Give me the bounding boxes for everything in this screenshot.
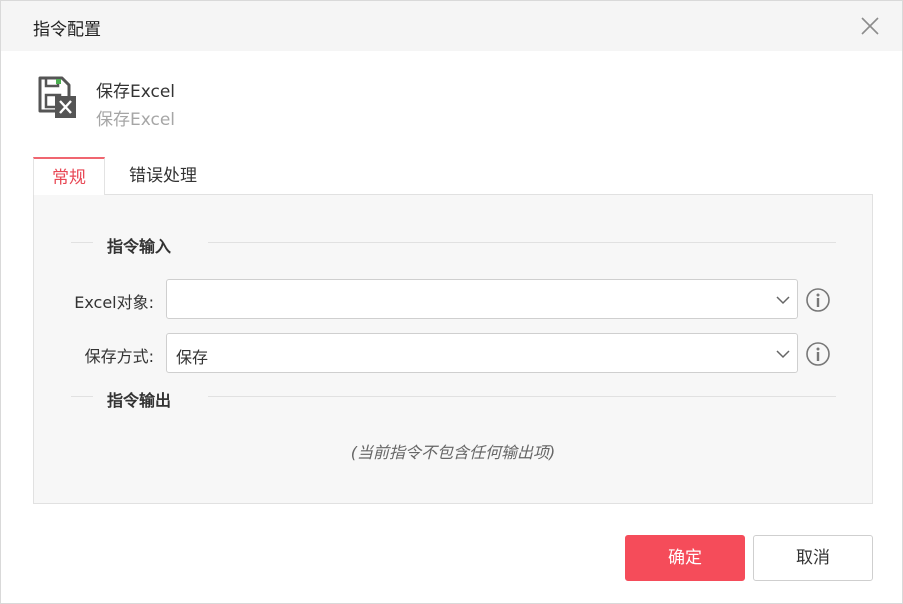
- save-mode-label: 保存方式:: [84, 347, 154, 366]
- chevron-down-icon: [776, 296, 790, 305]
- info-icon[interactable]: [805, 341, 831, 367]
- dialog-titlebar: 指令配置: [1, 1, 902, 51]
- chevron-down-icon: [776, 350, 790, 359]
- tab-bar: 常规 错误处理: [33, 157, 873, 195]
- command-description: 保存Excel: [96, 110, 176, 130]
- dialog-title: 指令配置: [33, 20, 101, 40]
- section-divider: [208, 396, 836, 397]
- section-divider: [71, 242, 93, 243]
- excel-object-label: Excel对象:: [74, 293, 154, 312]
- cancel-button[interactable]: 取消: [753, 535, 873, 581]
- output-section-title: 指令输出: [107, 391, 172, 410]
- save-excel-icon: [38, 76, 76, 118]
- confirm-button[interactable]: 确定: [625, 535, 745, 581]
- excel-object-select[interactable]: [166, 279, 798, 319]
- tab-general[interactable]: 常规: [33, 157, 105, 195]
- output-empty-note: (当前指令不包含任何输出项): [350, 443, 556, 462]
- close-icon[interactable]: [857, 13, 883, 39]
- save-mode-value: 保存: [176, 348, 209, 367]
- section-divider: [71, 396, 93, 397]
- section-divider: [208, 242, 836, 243]
- config-dialog: 指令配置 保存Excel 保存Excel 常规 错误处理 指令输入 Excel对…: [0, 0, 903, 604]
- input-section-title: 指令输入: [107, 237, 172, 256]
- command-name: 保存Excel: [96, 82, 176, 102]
- save-mode-select[interactable]: 保存: [166, 333, 798, 373]
- tab-panel: 指令输入 Excel对象: 保存方式: 保存 指令输出 (当前指令不包含任何输出…: [33, 194, 873, 504]
- tab-error-handling[interactable]: 错误处理: [115, 157, 211, 195]
- info-icon[interactable]: [805, 287, 831, 313]
